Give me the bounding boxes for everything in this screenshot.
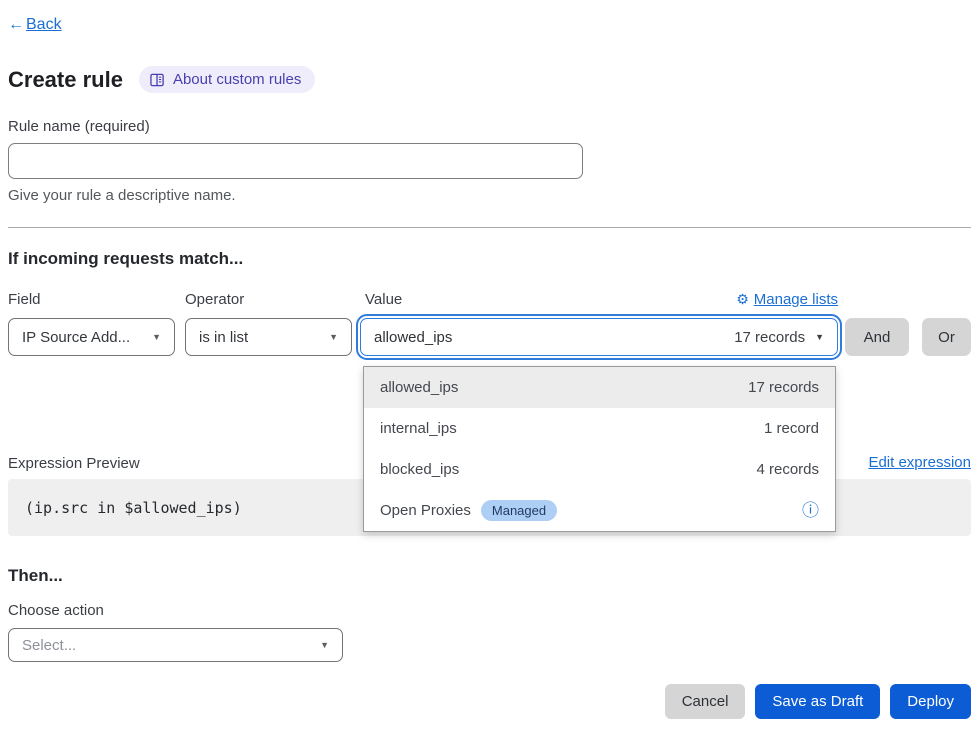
list-item-records: 4 records bbox=[756, 461, 819, 478]
field-select-value: IP Source Add... bbox=[22, 329, 130, 346]
list-item-internal-ips[interactable]: internal_ips 1 record bbox=[364, 408, 835, 449]
list-item-blocked-ips[interactable]: blocked_ips 4 records bbox=[364, 449, 835, 490]
page-title: Create rule bbox=[8, 67, 123, 93]
field-label: Field bbox=[8, 291, 41, 308]
list-item-allowed-ips[interactable]: allowed_ips 17 records bbox=[364, 367, 835, 408]
value-select-value: allowed_ips bbox=[374, 329, 452, 346]
back-link-label: Back bbox=[26, 16, 62, 33]
chevron-down-icon: ▼ bbox=[815, 332, 824, 342]
list-item-name: blocked_ips bbox=[380, 461, 459, 478]
expression-code: (ip.src in $allowed_ips) bbox=[8, 499, 242, 517]
list-item-records: 17 records bbox=[748, 379, 819, 396]
book-icon bbox=[150, 73, 165, 87]
list-item-records: 1 record bbox=[764, 420, 819, 437]
about-badge-label: About custom rules bbox=[173, 71, 301, 88]
value-label: Value bbox=[365, 291, 402, 308]
list-item-open-proxies[interactable]: Open Proxies Managed ⓘ bbox=[364, 490, 835, 531]
operator-label: Operator bbox=[185, 291, 244, 308]
manage-lists-label: Manage lists bbox=[754, 291, 838, 308]
title-row: Create rule About custom rules bbox=[8, 66, 315, 93]
rule-name-helper-text: Give your rule a descriptive name. bbox=[8, 187, 236, 204]
create-rule-page: ←Back Create rule About custom rules Rul… bbox=[0, 0, 979, 739]
deploy-button[interactable]: Deploy bbox=[890, 684, 971, 719]
chevron-down-icon: ▼ bbox=[152, 332, 161, 342]
manage-lists-link[interactable]: ⚙ Manage lists bbox=[736, 291, 838, 308]
back-link[interactable]: ←Back bbox=[8, 16, 62, 34]
managed-badge: Managed bbox=[481, 500, 557, 521]
list-item-name: Open Proxies bbox=[380, 502, 471, 519]
footer-actions: Cancel Save as Draft Deploy bbox=[665, 684, 971, 719]
gear-icon: ⚙ bbox=[736, 291, 749, 308]
value-select-records: 17 records bbox=[734, 329, 805, 346]
save-as-draft-button[interactable]: Save as Draft bbox=[755, 684, 880, 719]
then-section-heading: Then... bbox=[8, 566, 63, 586]
about-custom-rules-link[interactable]: About custom rules bbox=[139, 66, 315, 93]
operator-select-value: is in list bbox=[199, 329, 248, 346]
match-section-heading: If incoming requests match... bbox=[8, 249, 243, 269]
rule-name-input[interactable] bbox=[8, 143, 583, 179]
back-arrow-icon: ← bbox=[8, 16, 24, 33]
and-button[interactable]: And bbox=[845, 318, 909, 356]
list-item-name: allowed_ips bbox=[380, 379, 458, 396]
section-divider bbox=[8, 227, 971, 228]
operator-select[interactable]: is in list ▼ bbox=[185, 318, 352, 356]
list-dropdown-menu: allowed_ips 17 records internal_ips 1 re… bbox=[363, 366, 836, 532]
edit-expression-link[interactable]: Edit expression bbox=[868, 454, 971, 471]
choose-action-label: Choose action bbox=[8, 602, 104, 619]
field-select[interactable]: IP Source Add... ▼ bbox=[8, 318, 175, 356]
list-item-name: internal_ips bbox=[380, 420, 457, 437]
chevron-down-icon: ▼ bbox=[320, 640, 329, 650]
info-icon[interactable]: ⓘ bbox=[802, 502, 819, 519]
chevron-down-icon: ▼ bbox=[329, 332, 338, 342]
expression-preview-label: Expression Preview bbox=[8, 455, 140, 472]
action-select[interactable]: Select... ▼ bbox=[8, 628, 343, 662]
action-select-placeholder: Select... bbox=[22, 637, 76, 654]
value-select[interactable]: allowed_ips 17 records ▼ bbox=[360, 318, 838, 356]
cancel-button[interactable]: Cancel bbox=[665, 684, 746, 719]
rule-name-label: Rule name (required) bbox=[8, 118, 150, 135]
or-button[interactable]: Or bbox=[922, 318, 971, 356]
